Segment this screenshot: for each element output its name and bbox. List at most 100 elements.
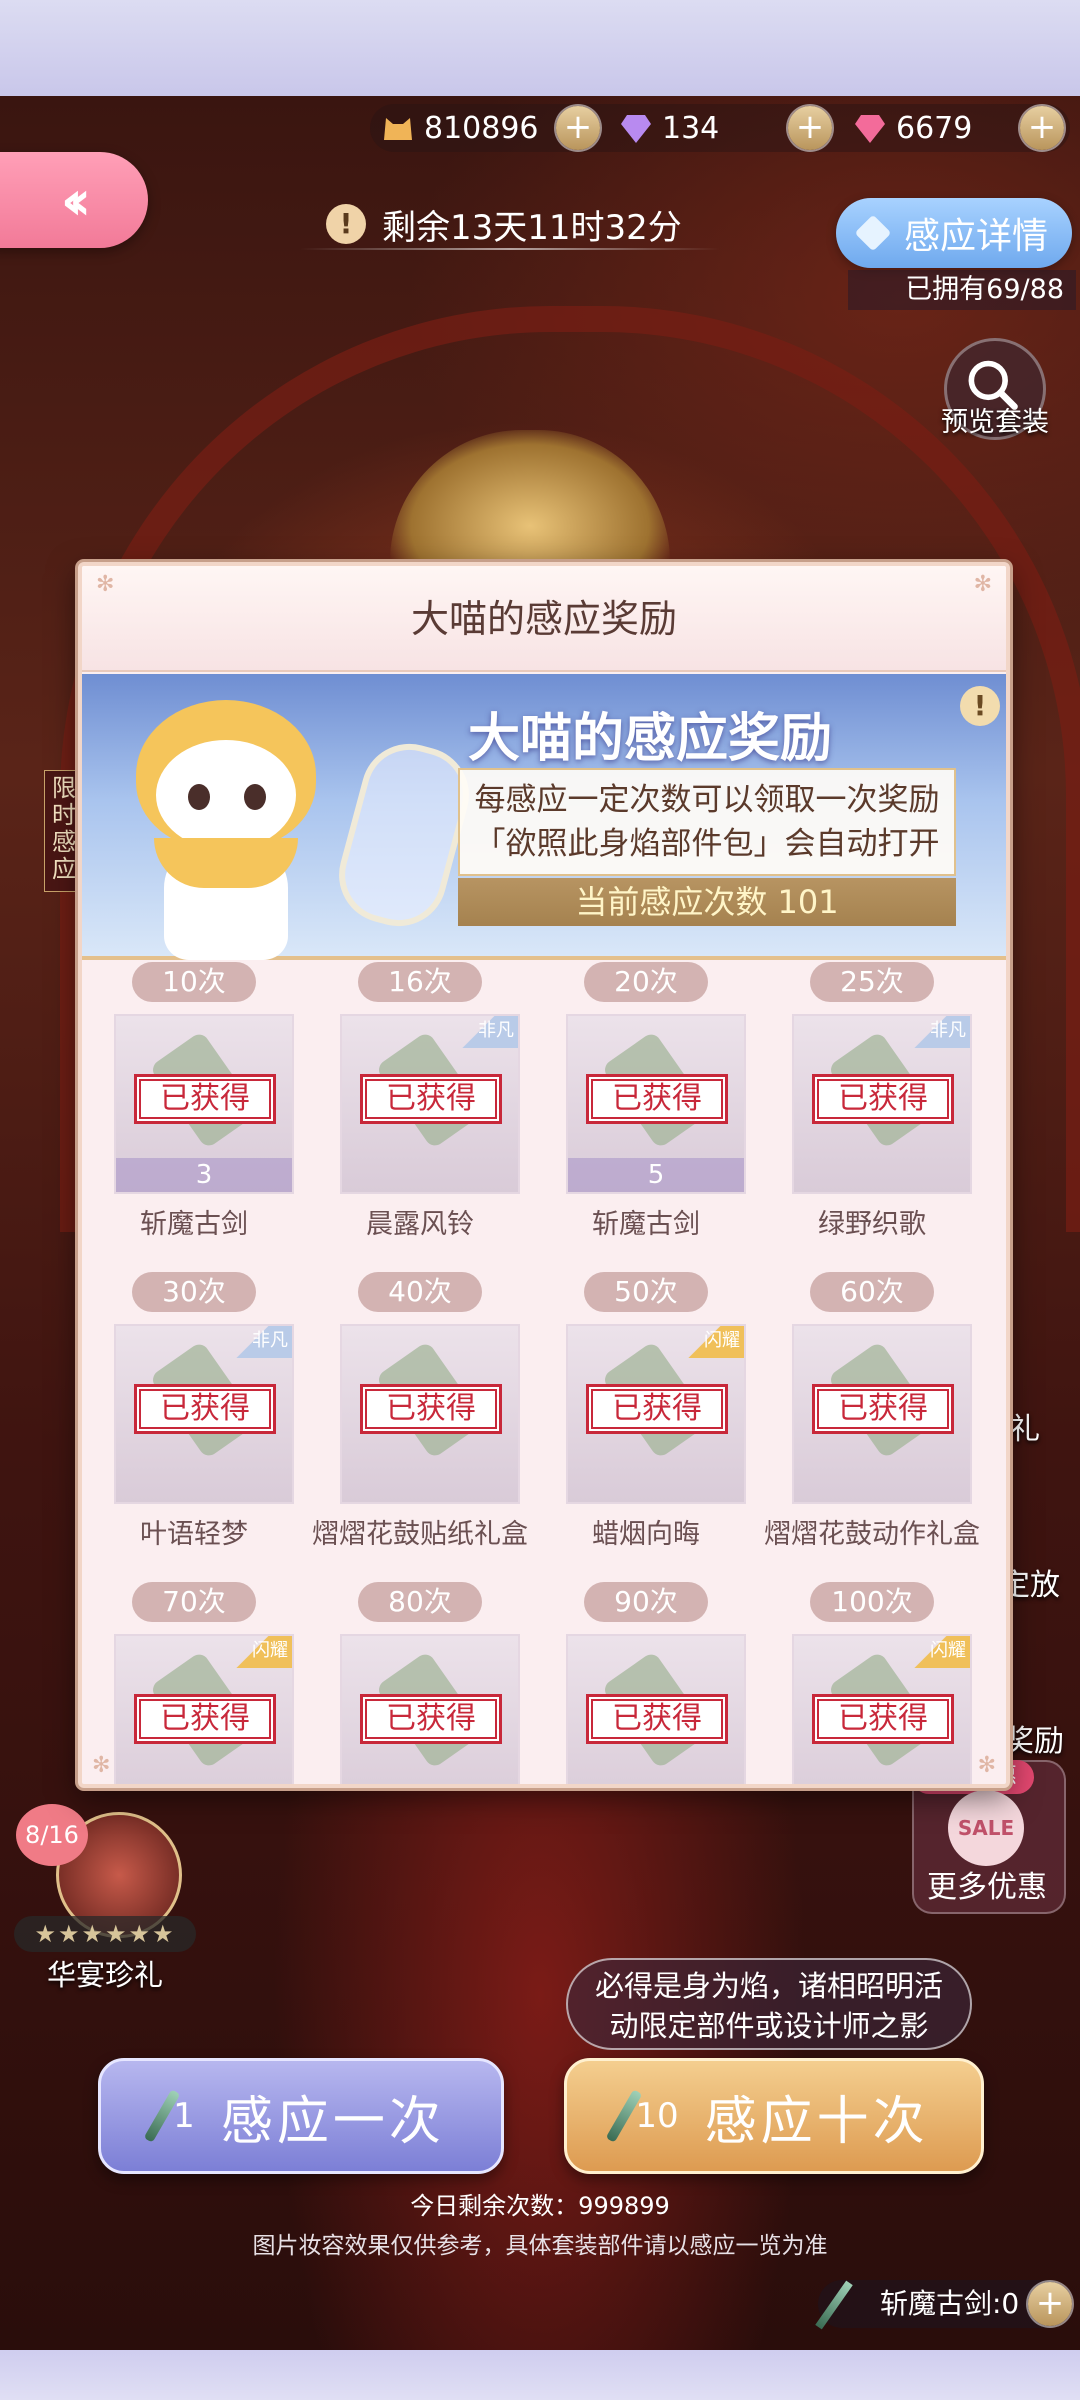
rarity-tag: 闪耀 [900,1636,970,1668]
reward-item-frame: 非凡 已获得 [340,1014,520,1194]
reward-banner: 大喵的感应奖励 ! 每感应一定次数可以领取一次奖励 「欲照此身焰部件包」会自动打… [82,674,1006,960]
reward-item-frame: 闪耀已获得 [114,1634,294,1784]
add-purple-diamond-button[interactable]: + [788,106,832,150]
rarity-tag: 非凡 [222,1326,292,1358]
reward-name: 斩魔古剑 [140,1209,248,1240]
popup-header: 大喵的感应奖励 ✻ ✻ [82,566,1006,672]
draw-once-label: 感应一次 [220,2091,445,2152]
corner-flower-icon: ✻ [92,1753,111,1778]
reward-quantity: 5 [568,1158,744,1192]
reward-name: 熠熠花鼓贴纸礼盒 [312,1519,528,1550]
disclaimer: 图片妆容效果仅供参考，具体套装部件请以感应一览为准 [252,2233,828,2259]
reward-item-frame: 已获得 5 [566,1014,746,1194]
obtained-stamp: 已获得 [812,1694,954,1744]
reward-threshold: 90次 [584,1582,708,1622]
reward-name: 叶语轻梦 [140,1519,248,1550]
draw-once-button[interactable]: 1 感应一次 [98,2058,504,2174]
reward-threshold: 100次 [810,1582,934,1622]
back-button[interactable]: ‹‹ [0,152,148,248]
add-pink-diamond-button[interactable]: + [1020,106,1064,150]
right-reward-label[interactable]: 奖励 [1004,1716,1064,1760]
cat-coin-icon [384,118,412,140]
sale-icon: SALE [948,1790,1024,1866]
obtained-stamp: 已获得 [812,1384,954,1434]
add-coin-button[interactable]: + [556,106,600,150]
corner-flower-icon: ✻ [96,572,115,597]
banquet-label: 华宴珍礼 [46,1958,163,1992]
reward-item-frame: 非凡已获得 [114,1324,294,1504]
banner-desc-line1: 每感应一定次数可以领取一次奖励 [474,782,940,818]
reward-name: 斩魔古剑 [592,1209,700,1240]
resource-pink-diamond-value: 6679 [896,110,973,146]
reward-name: 蜡烟向晦 [592,1519,700,1550]
remaining-draws: 今日剩余次数：999899 [410,2192,670,2220]
reward-item-frame: 已获得 [340,1634,520,1784]
banquet-stars: ★★★★★★ [14,1916,196,1952]
obtained-stamp: 已获得 [134,1074,276,1124]
detail-button-label: 感应详情 [903,216,1048,257]
reward-item-frame: 非凡已获得 [792,1014,972,1194]
purple-diamond-icon [621,115,651,143]
reward-threshold: 25次 [810,962,934,1002]
resource-pink-diamond: 6679 [852,104,972,152]
reward-item-frame: 已获得 [792,1324,972,1504]
banquet-progress-badge: 8/16 [16,1804,88,1866]
draw-ten-label: 感应十次 [704,2091,929,2152]
resource-coin-value: 810896 [424,110,539,146]
preview-outfit-label: 预览套装 [941,407,1049,438]
draw-ten-cost: 10 [635,2096,679,2136]
bottom-band [0,2350,1080,2400]
resource-purple-diamond: 134 [618,104,719,152]
cat-mascot [126,690,326,960]
reward-name: 熠熠花鼓动作礼盒 [764,1519,980,1550]
rarity-tag: 非凡 [900,1016,970,1048]
reward-threshold: 60次 [810,1272,934,1312]
reward-item-frame: 已获得 [340,1324,520,1504]
reward-threshold: 40次 [358,1272,482,1312]
reward-name: 晨露风铃 [366,1209,474,1240]
obtained-stamp: 已获得 [360,1384,502,1434]
popup-title: 大喵的感应奖励 [410,597,677,641]
right-gift-label[interactable]: 礼 [1010,1404,1040,1448]
resource-coin: 810896 [380,104,539,152]
banner-title: 大喵的感应奖励 [468,708,833,769]
double-chevron-left-icon: ‹‹ [60,168,91,232]
mirror-illustration [328,733,480,937]
guarantee-tip-line1: 必得是身为焰，诸相昭明活 [594,1969,943,2003]
resource-purple-diamond-value: 134 [662,110,720,146]
reward-threshold: 50次 [584,1272,708,1312]
guarantee-tip: 必得是身为焰，诸相昭明活 动限定部件或设计师之影 [566,1958,972,2050]
reward-quantity: 3 [116,1158,292,1192]
obtained-stamp: 已获得 [586,1074,728,1124]
draw-ten-button[interactable]: 10 感应十次 [564,2058,984,2174]
detail-button[interactable]: 感应详情 [836,198,1072,268]
owned-count: 已拥有69/88 [848,270,1076,310]
top-status-band [0,0,1080,96]
corner-flower-icon: ✻ [973,572,992,597]
reward-threshold: 16次 [358,962,482,1002]
pink-diamond-icon [855,115,885,143]
timer-text: 剩余13天11时32分 [382,207,682,248]
obtained-stamp: 已获得 [134,1694,276,1744]
obtained-stamp: 已获得 [586,1384,728,1434]
banner-description: 每感应一定次数可以领取一次奖励 「欲照此身焰部件包」会自动打开 [458,768,956,876]
rarity-tag: 闪耀 [674,1326,744,1358]
obtained-stamp: 已获得 [586,1694,728,1744]
guarantee-tip-line2: 动限定部件或设计师之影 [609,2009,929,2043]
reward-threshold: 30次 [132,1272,256,1312]
obtained-stamp: 已获得 [134,1384,276,1434]
corner-flower-icon: ✻ [977,1753,996,1778]
reward-item-frame: 闪耀已获得 [792,1634,972,1784]
rarity-tag: 闪耀 [222,1636,292,1668]
timer-underline [300,248,720,250]
reward-threshold: 10次 [132,962,256,1002]
reward-threshold: 80次 [358,1582,482,1622]
event-timer: ! 剩余13天11时32分 [326,196,682,252]
banner-desc-line2: 「欲照此身焰部件包」会自动打开 [474,826,940,862]
obtained-stamp: 已获得 [812,1074,954,1124]
exclamation-icon: ! [326,204,366,244]
add-sword-button[interactable]: + [1028,2282,1072,2326]
draw-once-cost: 1 [173,2096,195,2136]
rarity-tag: 非凡 [448,1016,518,1048]
info-icon[interactable]: ! [960,686,1000,726]
